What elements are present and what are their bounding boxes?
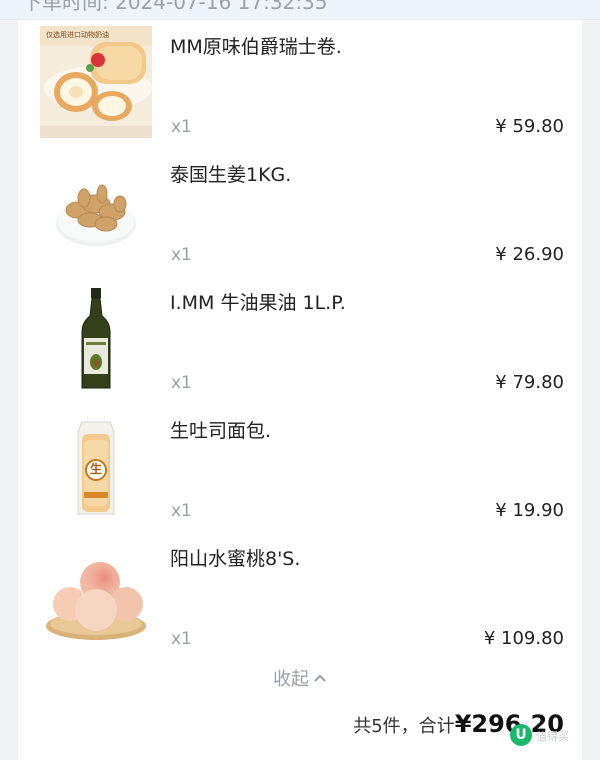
product-name[interactable]: MM原味伯爵瑞士卷. [170, 32, 342, 59]
product-image-ginger[interactable] [40, 154, 152, 266]
list-item[interactable]: I.MM 牛油果油 1L.P. x1 ¥ 79.80 [18, 276, 582, 404]
item-count-label: 共5件，合计 [353, 716, 455, 737]
product-price: ¥ 79.80 [495, 372, 564, 393]
product-image-avocado-oil[interactable] [40, 282, 152, 394]
product-qty: x1 [171, 501, 192, 521]
chevron-up-icon [314, 674, 326, 682]
list-item[interactable]: 阳山水蜜桃8'S. x1 ¥ 109.80 [18, 532, 582, 660]
order-time: 下单时间: 2024-07-16 17:32:35 [22, 0, 328, 14]
product-qty: x1 [171, 629, 192, 649]
app-badge-icon: U [510, 724, 532, 746]
watermark: 值得买 [536, 730, 569, 743]
product-name[interactable]: 生吐司面包. [170, 416, 271, 443]
product-name[interactable]: 泰国生姜1KG. [170, 160, 291, 187]
product-qty: x1 [171, 373, 192, 393]
order-header: 下单时间: 2024-07-16 17:32:35 [0, 0, 600, 20]
list-item[interactable]: 生 生吐司面包. x1 ¥ 19.90 [18, 404, 582, 532]
product-image-swiss-roll[interactable]: 仅选用进口动物奶油 [40, 26, 152, 138]
product-image-peaches[interactable] [40, 538, 152, 650]
product-name[interactable]: 阳山水蜜桃8'S. [170, 544, 300, 571]
collapse-label: 收起 [273, 669, 309, 690]
packaging-text: 生 [90, 462, 103, 476]
product-price: ¥ 19.90 [495, 500, 564, 521]
product-price: ¥ 59.80 [495, 116, 564, 137]
order-items-card: 仅选用进口动物奶油 MM原味伯爵瑞士卷. x1 ¥ 59.80 泰国生姜1KG.… [18, 20, 582, 760]
product-qty: x1 [171, 245, 192, 265]
list-item[interactable]: 仅选用进口动物奶油 MM原味伯爵瑞士卷. x1 ¥ 59.80 [18, 20, 582, 148]
collapse-button[interactable]: 收起 [18, 665, 582, 691]
packaging-text: 仅选用进口动物奶油 [46, 31, 109, 39]
product-name[interactable]: I.MM 牛油果油 1L.P. [170, 288, 346, 315]
product-qty: x1 [171, 117, 192, 137]
product-price: ¥ 26.90 [495, 244, 564, 265]
product-price: ¥ 109.80 [483, 628, 564, 649]
order-summary: 共5件，合计 ¥296.20 [353, 710, 564, 738]
list-item[interactable]: 泰国生姜1KG. x1 ¥ 26.90 [18, 148, 582, 276]
product-image-toast-bread[interactable]: 生 [40, 410, 152, 522]
